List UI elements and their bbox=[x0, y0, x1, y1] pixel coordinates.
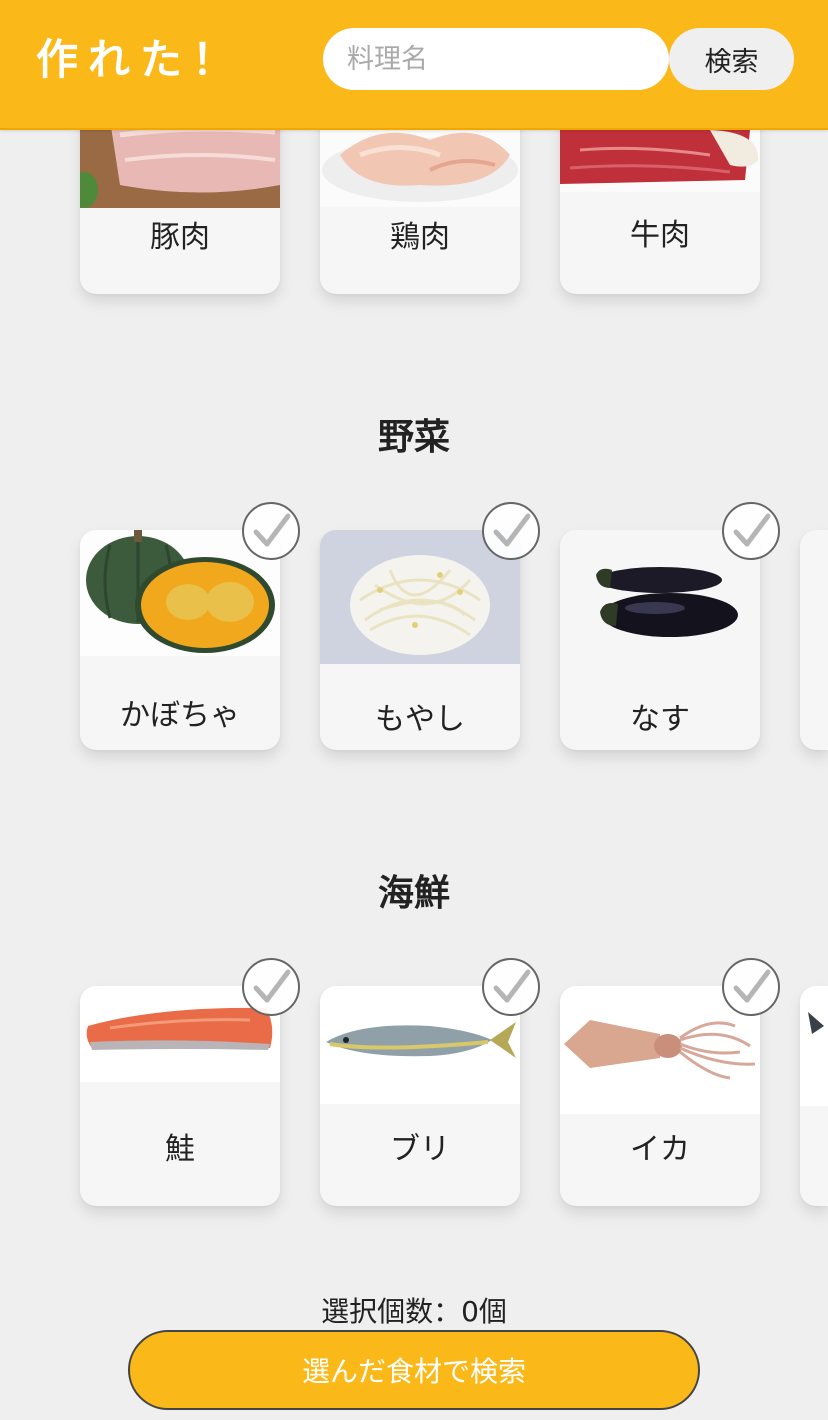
checkmark-icon bbox=[253, 969, 291, 1003]
select-checkbox[interactable] bbox=[242, 958, 300, 1016]
section-title-vegetables: 野菜 bbox=[377, 417, 450, 458]
checkmark-icon bbox=[493, 969, 531, 1003]
select-checkbox[interactable] bbox=[722, 502, 780, 560]
ingredient-card-yellowtail[interactable]: ブリ bbox=[320, 958, 540, 1206]
ingredient-label: 鮭 bbox=[165, 1132, 195, 1167]
checkmark-icon bbox=[733, 513, 771, 547]
select-checkbox[interactable] bbox=[482, 958, 540, 1016]
select-checkbox[interactable] bbox=[722, 958, 780, 1016]
app-logo: 作れた！ bbox=[36, 35, 245, 84]
checkmark-icon bbox=[253, 513, 291, 547]
section-title-seafood: 海鮮 bbox=[377, 873, 450, 914]
app-header: 作れた！ 検索 bbox=[0, 0, 828, 130]
select-checkbox[interactable] bbox=[242, 502, 300, 560]
checkmark-icon bbox=[493, 513, 531, 547]
fish-photo bbox=[800, 986, 828, 1106]
ingredient-card-partial[interactable] bbox=[800, 530, 828, 750]
ingredient-card-eggplant[interactable]: なす bbox=[560, 502, 780, 750]
search-button[interactable]: 検索 bbox=[669, 28, 794, 90]
select-checkbox[interactable] bbox=[482, 502, 540, 560]
ingredient-card-squid[interactable]: イカ bbox=[560, 958, 780, 1206]
ingredient-card-salmon[interactable]: 鮭 bbox=[80, 958, 300, 1206]
ingredient-card-partial[interactable] bbox=[800, 986, 828, 1206]
search-by-ingredients-button[interactable]: 選んだ食材で検索 bbox=[128, 1330, 700, 1410]
ingredient-label: 鶏肉 bbox=[390, 220, 450, 255]
ingredient-label: イカ bbox=[630, 1132, 690, 1167]
ingredient-card-pumpkin[interactable]: かぼちゃ bbox=[80, 502, 300, 750]
ingredient-label: 牛肉 bbox=[630, 218, 690, 253]
ingredient-label: かぼちゃ bbox=[120, 698, 240, 733]
ingredient-label: ブリ bbox=[390, 1132, 450, 1167]
checkmark-icon bbox=[733, 969, 771, 1003]
selected-count: 選択個数：0個 bbox=[321, 1295, 507, 1328]
ingredient-label: もやし bbox=[375, 702, 465, 737]
dish-search-input[interactable] bbox=[323, 28, 669, 90]
ingredient-label: なす bbox=[630, 702, 690, 737]
ingredient-card-bean-sprouts[interactable]: もやし bbox=[320, 502, 540, 750]
ingredient-label: 豚肉 bbox=[150, 220, 210, 255]
